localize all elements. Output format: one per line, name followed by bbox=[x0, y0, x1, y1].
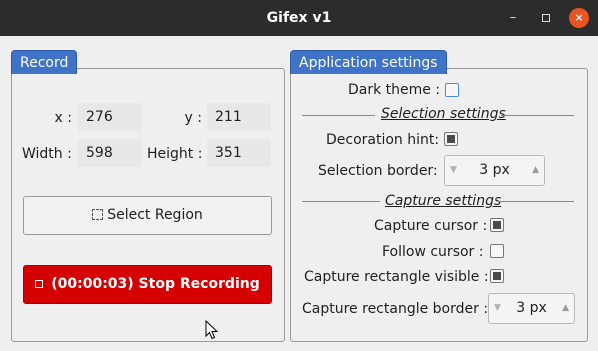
width-label: Width : bbox=[22, 146, 72, 162]
window-client: Record x : 276 y : 211 Width : 598 Heigh… bbox=[0, 36, 598, 351]
minimize-icon: – bbox=[509, 10, 517, 25]
capture-divider-left bbox=[302, 201, 380, 202]
selection-border-label: Selection border: bbox=[318, 163, 438, 179]
capture-rect-visible-label: Capture rectangle visible : bbox=[304, 269, 489, 285]
x-label: x : bbox=[54, 110, 72, 126]
capture-cursor-label: Capture cursor : bbox=[374, 218, 488, 234]
selection-border-value: 3 px bbox=[479, 162, 510, 178]
dark-theme-label: Dark theme : bbox=[348, 82, 441, 98]
tab-application-settings[interactable]: Application settings bbox=[290, 50, 447, 74]
minimize-button[interactable]: – bbox=[503, 8, 523, 28]
select-region-label: Select Region bbox=[107, 207, 203, 223]
selection-settings-heading: Selection settings bbox=[381, 106, 506, 122]
close-icon: × bbox=[574, 11, 584, 24]
region-select-icon bbox=[92, 209, 104, 220]
stop-recording-button[interactable]: (00:00:03) Stop Recording bbox=[23, 265, 272, 304]
tab-record[interactable]: Record bbox=[11, 50, 78, 74]
mouse-cursor-icon bbox=[205, 320, 219, 340]
maximize-icon bbox=[542, 13, 550, 22]
select-region-button[interactable]: Select Region bbox=[23, 196, 272, 235]
y-label: y : bbox=[184, 110, 202, 126]
stop-recording-label: (00:00:03) Stop Recording bbox=[51, 276, 260, 292]
spin-up-icon[interactable]: ▲ bbox=[562, 294, 569, 323]
follow-cursor-label: Follow cursor : bbox=[382, 244, 484, 260]
capture-cursor-checkbox[interactable] bbox=[490, 218, 504, 232]
capture-rect-visible-checkbox[interactable] bbox=[490, 269, 504, 283]
spin-up-icon[interactable]: ▲ bbox=[532, 156, 539, 185]
x-field[interactable]: 276 bbox=[78, 103, 142, 131]
stop-icon bbox=[35, 280, 44, 288]
capture-rect-border-spinbox[interactable]: ▼ 3 px ▲ bbox=[488, 293, 575, 324]
height-label: Height : bbox=[147, 146, 203, 162]
capture-divider-right bbox=[498, 201, 574, 202]
decoration-hint-checkbox[interactable] bbox=[444, 132, 458, 146]
decoration-hint-label: Decoration hint: bbox=[326, 132, 440, 148]
capture-settings-heading: Capture settings bbox=[385, 193, 502, 209]
close-button[interactable]: × bbox=[569, 8, 589, 28]
width-field[interactable]: 598 bbox=[78, 139, 142, 167]
capture-rect-border-label: Capture rectangle border : bbox=[302, 301, 489, 317]
height-field[interactable]: 351 bbox=[207, 139, 271, 167]
y-field[interactable]: 211 bbox=[207, 103, 271, 131]
selection-divider-right bbox=[501, 115, 574, 116]
follow-cursor-checkbox[interactable] bbox=[490, 244, 504, 258]
dark-theme-checkbox[interactable] bbox=[445, 83, 459, 97]
title-bar: Gifex v1 – × bbox=[0, 0, 598, 36]
selection-border-spinbox[interactable]: ▼ 3 px ▲ bbox=[444, 155, 545, 186]
maximize-button[interactable] bbox=[536, 8, 556, 28]
selection-divider-left bbox=[302, 115, 375, 116]
